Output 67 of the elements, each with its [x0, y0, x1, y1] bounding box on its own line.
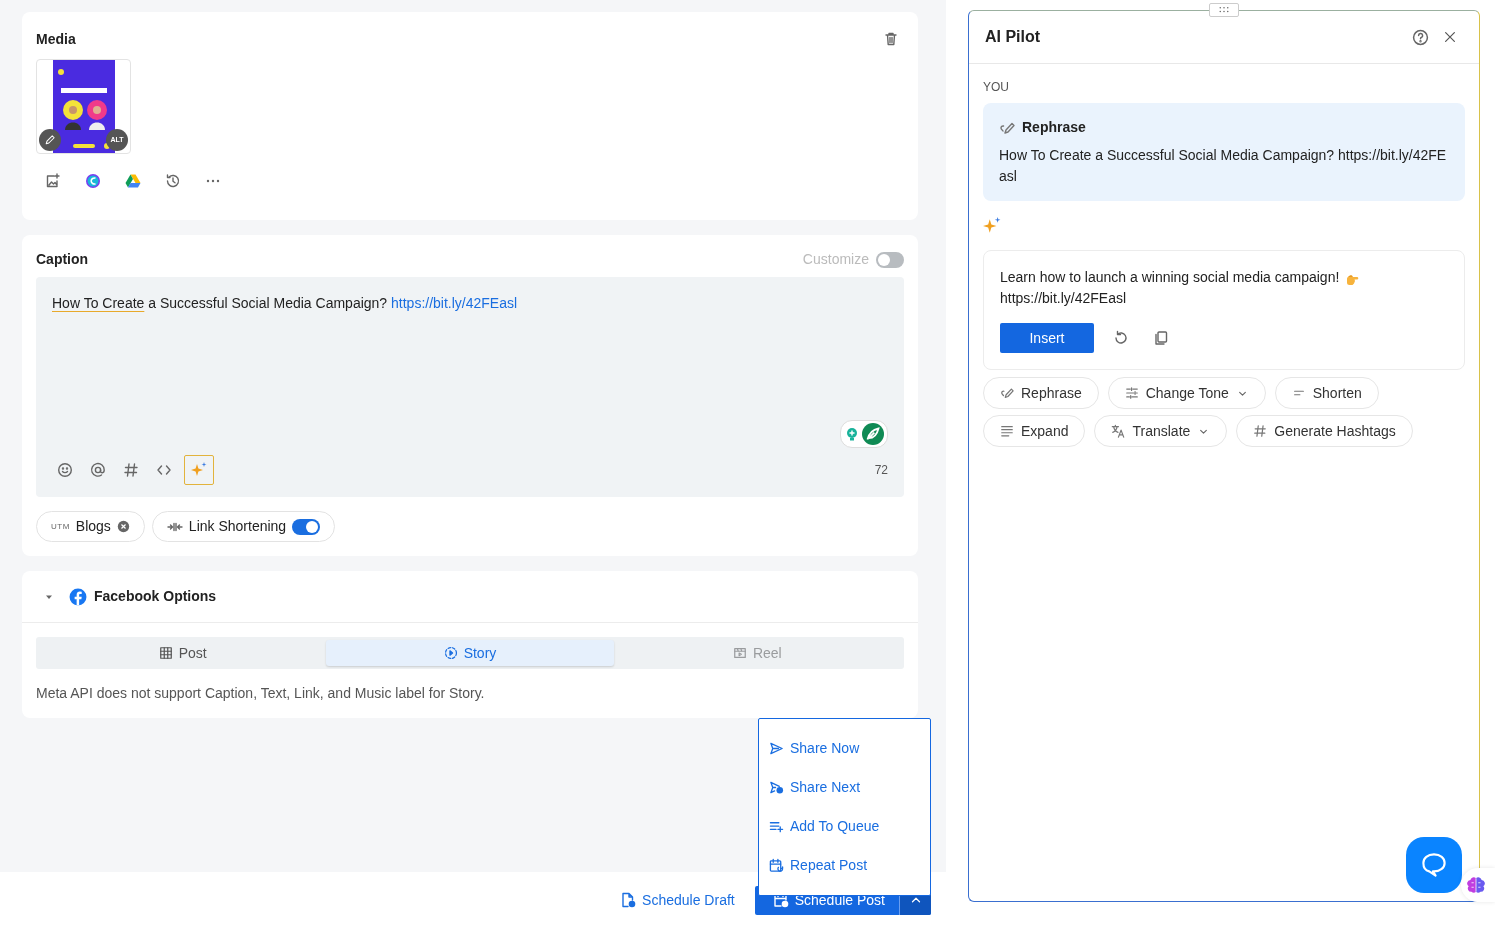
- panel-title: AI Pilot: [985, 27, 1041, 47]
- sender-label: YOU: [983, 79, 1010, 96]
- brain-button[interactable]: [1461, 868, 1495, 902]
- schedule-draft-button[interactable]: Schedule Draft: [614, 888, 741, 912]
- menu-item[interactable]: Share Next: [759, 768, 930, 807]
- document-clock-icon: [620, 892, 637, 908]
- trash-icon: [883, 31, 899, 47]
- remove-icon: [116, 520, 130, 533]
- hash-icon: [123, 462, 139, 478]
- close-icon: [1443, 30, 1457, 44]
- action-label: Rephrase: [1022, 118, 1086, 137]
- lines-icon: [1000, 424, 1014, 438]
- link[interactable]: https://bit.ly/42FEasl: [391, 295, 518, 311]
- refresh-icon: [1113, 330, 1129, 346]
- section-title: Facebook Options: [94, 587, 217, 606]
- copy-icon: [1153, 330, 1169, 346]
- smiley-icon: [57, 462, 73, 478]
- chat-button[interactable]: [1406, 837, 1462, 893]
- facebook-icon: [69, 587, 87, 606]
- request-text: How To Create a Successful Social Media Campaign? https://bit.ly/42FEasl: [999, 146, 1448, 186]
- tab[interactable]: Story: [326, 640, 614, 666]
- utm-label: UTM: [51, 520, 70, 533]
- pencil-icon: [44, 134, 56, 146]
- at-sign-icon: [90, 462, 106, 478]
- menu-item[interactable]: Add To Queue: [759, 807, 930, 846]
- sliders-icon: [1124, 386, 1139, 400]
- send-icon: [769, 741, 784, 756]
- action-chip[interactable]: Rephrase: [983, 377, 1099, 409]
- drag-handle[interactable]: [1209, 3, 1239, 17]
- utm-chip[interactable]: UTM Blogs: [36, 511, 145, 542]
- pen-icon: [1000, 386, 1014, 400]
- send-clock-icon: [769, 780, 784, 795]
- edit-button[interactable]: [39, 129, 61, 151]
- brain-icon: [1467, 876, 1485, 894]
- character-count: 72: [874, 462, 888, 479]
- chip-label: Link Shortening: [188, 517, 287, 536]
- add-list-icon: [769, 819, 784, 834]
- chip-label: Blogs: [75, 517, 111, 536]
- code-icon: [156, 462, 172, 478]
- toggle-switch[interactable]: [876, 251, 904, 268]
- lightbulb-icon: [844, 426, 860, 442]
- caption-text: How To Create a Successful Social Media Campaign?: [52, 295, 389, 311]
- toggle-label: Customize: [802, 250, 869, 269]
- play-circle-icon: [443, 646, 458, 660]
- action-chip[interactable]: Generate Hashtags: [1236, 415, 1413, 447]
- grid-icon: [158, 646, 173, 660]
- notice-text: Meta API does not support Caption, Text, Link, and Music label for Story.: [36, 684, 486, 703]
- insert-button[interactable]: Insert: [1000, 323, 1094, 353]
- response-text: Learn how to launch a winning social media campaign!: [1000, 268, 1340, 287]
- assistant-badge[interactable]: [840, 420, 888, 448]
- caption-editor[interactable]: How To Create a Successful Social Media Campaign? https://bit.ly/42FEasl 72: [36, 277, 904, 497]
- tab[interactable]: Post: [39, 640, 327, 666]
- hash-icon: [1253, 424, 1268, 438]
- leaf-icon: [862, 423, 884, 445]
- calendar-repeat-icon: [769, 858, 784, 873]
- toggle-switch[interactable]: [292, 518, 321, 535]
- film-icon: [732, 646, 747, 660]
- section-title: Media: [36, 29, 76, 49]
- action-chip[interactable]: Expand: [983, 415, 1086, 447]
- action-chip[interactable]: Translate: [1094, 415, 1228, 447]
- menu-item[interactable]: Repeat Post: [759, 846, 930, 885]
- translate-icon: [1111, 424, 1126, 438]
- section-title: Caption: [36, 250, 89, 269]
- action-chip[interactable]: Shorten: [1274, 377, 1379, 409]
- help-icon: [1412, 28, 1429, 46]
- menu-item[interactable]: Share Now: [759, 729, 930, 768]
- action-chip[interactable]: Change Tone: [1107, 377, 1266, 409]
